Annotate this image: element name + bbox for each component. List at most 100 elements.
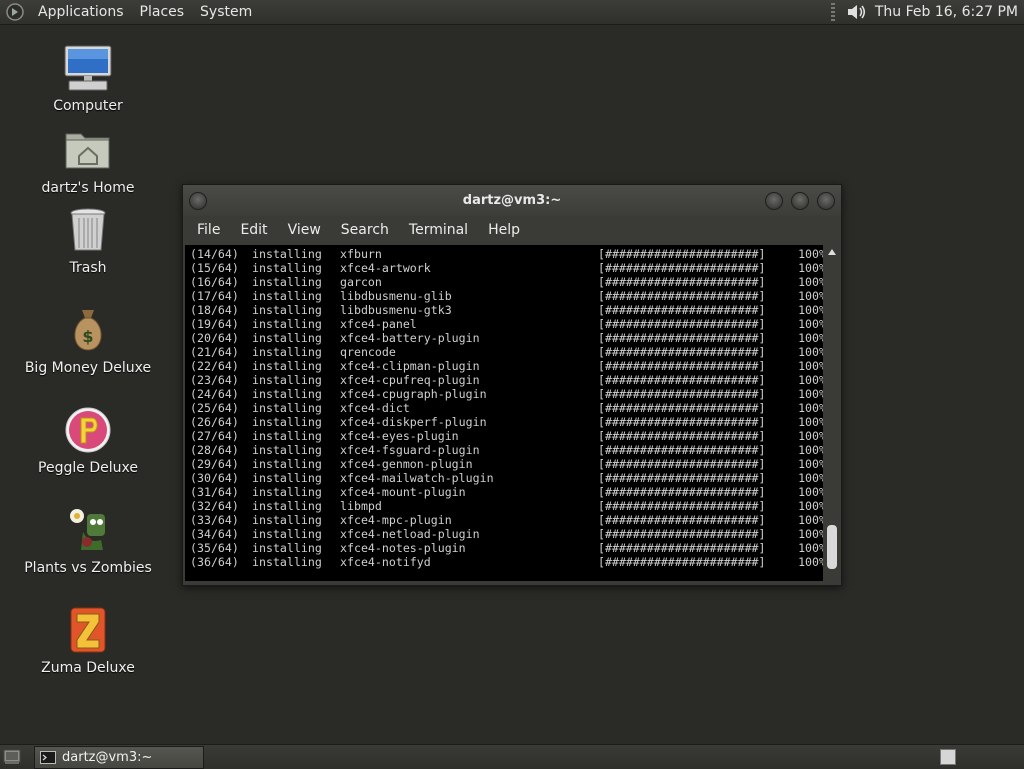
top-panel: Applications Places System Thu Feb 16, 6…: [0, 0, 1024, 25]
desktop-icon-zuma-deluxe[interactable]: Zuma Deluxe: [18, 606, 158, 676]
money-bag-icon: $: [63, 306, 113, 354]
desktop-icon-label: Computer: [53, 98, 123, 114]
package-name: xfce4-genmon-plugin: [340, 457, 473, 471]
package-name: xfce4-dict: [340, 401, 410, 415]
progress-bar-text: [######################]: [598, 275, 766, 289]
progress-percent: 100%: [798, 387, 823, 401]
show-desktop-icon[interactable]: [3, 748, 21, 765]
install-action: installing: [252, 359, 322, 373]
install-action: installing: [252, 443, 322, 457]
install-index: (23/64): [190, 373, 239, 387]
package-name: xfce4-fsguard-plugin: [340, 443, 480, 457]
terminal-line: (36/64) installing xfce4-notifyd [#########…: [190, 555, 823, 569]
progress-percent: 100%: [798, 345, 823, 359]
window-menu-button[interactable]: [189, 192, 207, 210]
package-name: xfce4-mpc-plugin: [340, 513, 452, 527]
package-name: xfce4-mount-plugin: [340, 485, 466, 499]
install-index: (19/64): [190, 317, 239, 331]
package-name: xfce4-notes-plugin: [340, 541, 466, 555]
terminal-line: (31/64) installing xfce4-mount-plugin [####…: [190, 485, 823, 499]
desktop-icon-big-money-deluxe[interactable]: $ Big Money Deluxe: [18, 306, 158, 376]
menu-edit[interactable]: Edit: [230, 222, 277, 238]
menu-file[interactable]: File: [187, 222, 230, 238]
install-index: (36/64): [190, 555, 239, 569]
progress-percent: 100%: [798, 429, 823, 443]
progress-bar-text: [######################]: [598, 373, 766, 387]
install-action: installing: [252, 387, 322, 401]
workspace-switcher[interactable]: [940, 749, 956, 765]
window-titlebar[interactable]: dartz@vm3:~: [183, 185, 841, 216]
volume-icon[interactable]: [845, 2, 867, 22]
terminal-icon: [40, 751, 56, 764]
install-action: installing: [252, 345, 322, 359]
install-index: (26/64): [190, 415, 239, 429]
bottom-panel: dartz@vm3:~: [0, 744, 1024, 769]
terminal-window[interactable]: dartz@vm3:~ File Edit View Search Termin…: [182, 184, 842, 586]
scrollbar-thumb[interactable]: [827, 525, 837, 569]
panel-tray: Thu Feb 16, 6:27 PM: [830, 0, 1020, 24]
install-index: (22/64): [190, 359, 239, 373]
progress-bar-text: [######################]: [598, 331, 766, 345]
install-index: (21/64): [190, 345, 239, 359]
install-index: (32/64): [190, 499, 239, 513]
progress-percent: 100%: [798, 527, 823, 541]
terminal-menubar: File Edit View Search Terminal Help: [183, 216, 841, 244]
taskbar-button-terminal[interactable]: dartz@vm3:~: [34, 746, 204, 769]
scroll-up-arrow-icon[interactable]: [828, 249, 836, 255]
install-action: installing: [252, 555, 322, 569]
progress-bar-text: [######################]: [598, 387, 766, 401]
progress-percent: 100%: [798, 373, 823, 387]
menu-places[interactable]: Places: [132, 0, 193, 24]
progress-percent: 100%: [798, 485, 823, 499]
menu-search[interactable]: Search: [331, 222, 399, 238]
progress-bar-text: [######################]: [598, 401, 766, 415]
package-name: xfce4-eyes-plugin: [340, 429, 459, 443]
menu-view[interactable]: View: [278, 222, 331, 238]
menu-system[interactable]: System: [192, 0, 260, 24]
desktop-icon-trash[interactable]: Trash: [18, 206, 158, 276]
progress-percent: 100%: [798, 261, 823, 275]
desktop-icon-plants-vs-zombies[interactable]: Plants vs Zombies: [18, 506, 158, 576]
install-action: installing: [252, 485, 322, 499]
package-name: xfce4-clipman-plugin: [340, 359, 480, 373]
terminal-line: (22/64) installing xfce4-clipman-plugin [##…: [190, 359, 823, 373]
menu-applications[interactable]: Applications: [30, 0, 132, 24]
terminal-line: (29/64) installing xfce4-genmon-plugin [###…: [190, 457, 823, 471]
progress-bar-text: [######################]: [598, 415, 766, 429]
menu-terminal[interactable]: Terminal: [399, 222, 478, 238]
terminal-line: (28/64) installing xfce4-fsguard-plugin [##…: [190, 443, 823, 457]
terminal-line: (27/64) installing xfce4-eyes-plugin [#####…: [190, 429, 823, 443]
terminal-line: (25/64) installing xfce4-dict [############…: [190, 401, 823, 415]
desktop-icon-computer[interactable]: Computer: [18, 44, 158, 114]
install-index: (16/64): [190, 275, 239, 289]
maximize-button[interactable]: [791, 192, 809, 210]
desktop-icon-home[interactable]: dartz's Home: [18, 126, 158, 196]
terminal-output[interactable]: (14/64) installing xfburn [################…: [185, 245, 823, 581]
terminal-line: (16/64) installing garcon [################…: [190, 275, 823, 289]
package-name: garcon: [340, 275, 382, 289]
progress-percent: 100%: [798, 415, 823, 429]
gnome-foot-logo-icon[interactable]: [6, 3, 24, 21]
clock[interactable]: Thu Feb 16, 6:27 PM: [875, 4, 1018, 20]
menu-help[interactable]: Help: [478, 222, 530, 238]
terminal-scrollbar[interactable]: [825, 245, 839, 581]
close-button[interactable]: [817, 192, 835, 210]
install-index: (31/64): [190, 485, 239, 499]
progress-percent: 100%: [798, 443, 823, 457]
progress-percent: 100%: [798, 289, 823, 303]
desktop-icon-peggle-deluxe[interactable]: Peggle Deluxe: [18, 406, 158, 476]
install-index: (15/64): [190, 261, 239, 275]
panel-grip-handle[interactable]: [830, 3, 835, 21]
install-action: installing: [252, 247, 322, 261]
progress-percent: 100%: [798, 303, 823, 317]
install-action: installing: [252, 541, 322, 555]
terminal-line: (18/64) installing libdbusmenu-gtk3 [######…: [190, 303, 823, 317]
minimize-button[interactable]: [765, 192, 783, 210]
terminal-line: (30/64) installing xfce4-mailwatch-plugin […: [190, 471, 823, 485]
progress-percent: 100%: [798, 513, 823, 527]
install-index: (30/64): [190, 471, 239, 485]
install-action: installing: [252, 303, 322, 317]
terminal-line: (24/64) installing xfce4-cpugraph-plugin [#…: [190, 387, 823, 401]
install-action: installing: [252, 527, 322, 541]
package-name: xfce4-panel: [340, 317, 417, 331]
